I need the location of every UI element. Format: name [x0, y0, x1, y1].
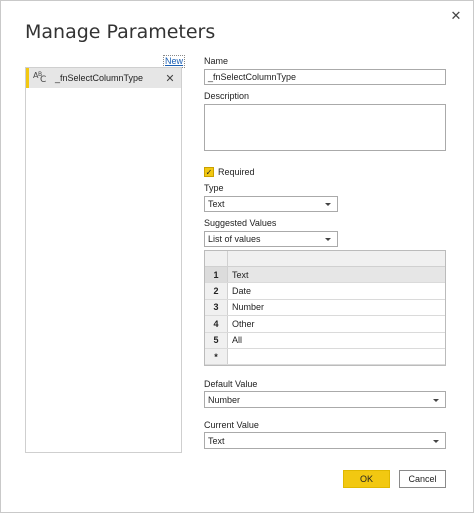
table-row[interactable]: 3 Number: [205, 299, 445, 317]
table-row[interactable]: 1 Text: [205, 267, 445, 284]
cancel-button[interactable]: Cancel: [399, 470, 446, 488]
dialog-title: Manage Parameters: [25, 21, 216, 43]
chevron-down-icon: [433, 439, 439, 443]
name-field[interactable]: _fnSelectColumnType: [204, 69, 446, 85]
required-label: Required: [218, 167, 255, 177]
table-row[interactable]: 2 Date: [205, 283, 445, 300]
close-icon[interactable]: ✕: [449, 9, 463, 23]
required-checkbox-row[interactable]: ✓ Required: [204, 167, 255, 177]
table-header: [205, 251, 445, 267]
parameter-name-label: _fnSelectColumnType: [55, 73, 144, 83]
text-type-icon: A B C: [33, 71, 47, 85]
current-value-dropdown-value: Text: [208, 435, 225, 446]
row-value-cell[interactable]: All: [228, 333, 445, 348]
parameter-list: A B C _fnSelectColumnType ✕: [25, 67, 182, 453]
chevron-down-icon: [325, 238, 331, 241]
type-label: Type: [204, 183, 224, 193]
suggested-values-dropdown-value: List of values: [208, 234, 261, 244]
new-row-value-cell[interactable]: [228, 349, 445, 364]
suggested-values-label: Suggested Values: [204, 218, 277, 228]
current-value-dropdown[interactable]: Text: [204, 432, 446, 449]
chevron-down-icon: [433, 398, 439, 402]
row-number: 5: [205, 332, 228, 348]
ok-button[interactable]: OK: [343, 470, 390, 488]
default-value-dropdown[interactable]: Number: [204, 391, 446, 408]
row-number: 3: [205, 299, 228, 316]
suggested-values-dropdown[interactable]: List of values: [204, 231, 338, 247]
table-header-cell: [228, 251, 445, 266]
default-value-dropdown-value: Number: [208, 394, 241, 405]
table-row[interactable]: 4 Other: [205, 316, 445, 333]
row-value-cell[interactable]: Number: [228, 300, 445, 315]
row-value-cell[interactable]: Text: [228, 267, 445, 282]
row-number: 4: [205, 316, 228, 332]
default-value-label: Default Value: [204, 379, 258, 389]
current-value-label: Current Value: [204, 420, 259, 430]
type-dropdown[interactable]: Text: [204, 196, 338, 212]
suggested-values-table: 1 Text 2 Date 3 Number 4 Other 5 All *: [204, 250, 446, 366]
parameter-list-item[interactable]: A B C _fnSelectColumnType ✕: [26, 68, 181, 88]
required-checkbox[interactable]: ✓: [204, 167, 214, 177]
table-new-row[interactable]: *: [205, 348, 445, 366]
chevron-down-icon: [325, 203, 331, 206]
new-row-marker: *: [205, 348, 228, 365]
delete-parameter-icon[interactable]: ✕: [163, 72, 177, 85]
table-row[interactable]: 5 All: [205, 332, 445, 349]
row-number: 2: [205, 283, 228, 299]
manage-parameters-dialog: ✕ Manage Parameters New A B C _fnSelectC…: [0, 0, 474, 513]
table-corner-cell: [205, 251, 228, 266]
type-dropdown-value: Text: [208, 199, 225, 209]
row-number: 1: [205, 267, 228, 283]
row-value-cell[interactable]: Other: [228, 316, 445, 331]
name-label: Name: [204, 56, 229, 66]
description-label: Description: [204, 91, 250, 101]
description-field[interactable]: [204, 104, 446, 151]
row-value-cell[interactable]: Date: [228, 283, 445, 298]
